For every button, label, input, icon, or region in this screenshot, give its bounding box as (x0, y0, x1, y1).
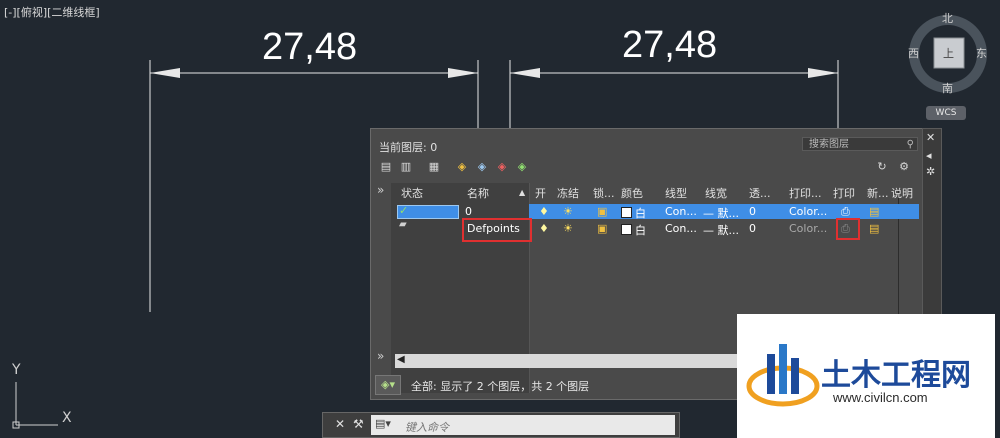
column-header-linetype[interactable]: 线型 (665, 185, 687, 201)
layer-states-manager-icon[interactable]: ▦ (427, 161, 441, 173)
expand-filter-tree-icon[interactable]: » (377, 183, 384, 197)
printer-icon[interactable]: ⎙ (841, 205, 850, 219)
arrowhead-left-start (150, 68, 180, 78)
layer-plot-style: Color... (789, 205, 828, 218)
layer-row[interactable]: Defpoints ♦ ☀ ▣ 白 Con... — 默... 0 Color.… (467, 221, 919, 238)
color-swatch[interactable] (621, 224, 632, 235)
new-group-filter-icon[interactable]: ▥ (399, 161, 413, 173)
search-placeholder: 搜索图层 (809, 139, 849, 150)
filter-all-icon: ✓ (399, 204, 409, 217)
command-line[interactable]: ✕ ⚒ ▤▾ 键入命令 (322, 412, 680, 438)
column-header-color[interactable]: 颜色 (621, 185, 643, 201)
close-icon[interactable]: ✕ (926, 131, 935, 144)
column-header-lock[interactable]: 锁... (593, 185, 615, 201)
lightbulb-on-icon[interactable]: ♦ (539, 222, 549, 235)
sun-thaw-icon[interactable]: ☀ (563, 222, 573, 235)
wcs-menu[interactable]: WCS (926, 106, 966, 120)
column-header-plot-style[interactable]: 打印... (789, 185, 822, 201)
layer-color[interactable]: 白 (635, 205, 646, 221)
unlock-icon[interactable]: ▣ (597, 205, 607, 218)
unlock-icon[interactable]: ▣ (597, 222, 607, 235)
column-header-status[interactable]: 状态 (401, 185, 423, 201)
layer-search-input[interactable]: 搜索图层 ⚲ (802, 137, 918, 151)
wrench-icon[interactable]: ⚒ (353, 417, 364, 431)
command-prompt-icon[interactable]: ▤▾ (375, 417, 391, 430)
new-vp-freeze-icon[interactable]: ▤ (869, 205, 879, 218)
new-property-filter-icon[interactable]: ▤ (379, 161, 393, 173)
refresh-icon[interactable]: ↻ (875, 161, 889, 173)
layer-lineweight[interactable]: — 默... (703, 222, 739, 238)
column-header-description[interactable]: 说明 (891, 185, 913, 201)
compass-north[interactable]: 北 (942, 10, 953, 26)
command-input[interactable]: ▤▾ 键入命令 (371, 415, 675, 435)
arrowhead-left-end (448, 68, 478, 78)
arrowhead-right-end (808, 68, 838, 78)
highlight-box-defpoints (462, 218, 532, 242)
new-vp-freeze-icon[interactable]: ▤ (869, 222, 879, 235)
lightbulb-on-icon[interactable]: ♦ (539, 205, 549, 218)
new-layer-vp-frozen-icon[interactable]: ◈ (475, 161, 489, 173)
layer-linetype[interactable]: Con... (665, 222, 697, 235)
column-header-name[interactable]: 名称 (467, 185, 489, 201)
set-current-icon[interactable]: ◈ (515, 161, 529, 173)
column-header-lineweight[interactable]: 线宽 (705, 185, 727, 201)
delete-layer-icon[interactable]: ◈ (495, 161, 509, 173)
column-header-transparency[interactable]: 透... (749, 185, 771, 201)
watermark-url: www.civilcn.com (833, 390, 928, 405)
sort-arrow-icon: ▲ (519, 188, 526, 197)
viewport-controls-label[interactable]: [-][俯视][二维线框] (4, 4, 100, 20)
layer-name[interactable]: 0 (465, 205, 472, 218)
arrowhead-right-start (510, 68, 540, 78)
sun-thaw-icon[interactable]: ☀ (563, 205, 573, 218)
auto-hide-icon[interactable]: ◂ (926, 149, 932, 162)
layer-plot-style: Color... (789, 222, 828, 235)
logo-emblem (746, 344, 820, 407)
ucs-x-label: X (62, 410, 72, 426)
watermark-logo: 土木工程网 www.civilcn.com (737, 314, 995, 438)
layer-count-status: 全部: 显示了 2 个图层，共 2 个图层 (411, 380, 590, 393)
dimension-text-right[interactable]: 27,48 (622, 24, 717, 67)
filter-used-icon[interactable]: ▰ (399, 219, 407, 230)
column-header-plot[interactable]: 打印 (833, 185, 855, 201)
layer-transparency[interactable]: 0 (749, 205, 756, 218)
color-swatch[interactable] (621, 207, 632, 218)
search-icon[interactable]: ⚲ (907, 138, 914, 152)
compass-east[interactable]: 东 (976, 45, 987, 61)
cube-face-top[interactable]: 上 (943, 45, 954, 61)
watermark-title: 土木工程网 (821, 358, 971, 393)
settings-gear-icon[interactable]: ⚙ (897, 161, 911, 173)
layer-color[interactable]: 白 (635, 222, 646, 238)
ucs-y-label: Y (12, 362, 21, 378)
column-header-freeze[interactable]: 冻结 (557, 185, 579, 201)
current-layer-label: 当前图层: 0 (379, 141, 438, 154)
column-header-new-vp-freeze[interactable]: 新... (867, 185, 889, 201)
viewcube[interactable]: 北 南 西 东 上 WCS (906, 8, 992, 120)
close-icon[interactable]: ✕ (335, 417, 345, 431)
scroll-left-icon[interactable]: ◀ (397, 354, 405, 365)
compass-south[interactable]: 南 (942, 80, 953, 96)
column-header-on[interactable]: 开 (535, 185, 546, 201)
properties-icon[interactable]: ✲ (926, 165, 935, 178)
dimension-text-left[interactable]: 27,48 (262, 26, 357, 69)
filter-dropdown-icon[interactable]: ◈▾ (375, 375, 401, 395)
layer-transparency[interactable]: 0 (749, 222, 756, 235)
new-layer-icon[interactable]: ◈ (455, 161, 469, 173)
command-placeholder: 键入命令 (405, 421, 449, 434)
layer-lineweight[interactable]: — 默... (703, 205, 739, 221)
layer-linetype[interactable]: Con... (665, 205, 697, 218)
compass-west[interactable]: 西 (908, 45, 919, 61)
collapse-filter-tree-icon[interactable]: » (377, 349, 384, 363)
highlight-box-plot (836, 218, 860, 240)
layer-row[interactable]: 0 ♦ ☀ ▣ 白 Con... — 默... 0 Color... ⎙ ▤ (465, 204, 919, 221)
